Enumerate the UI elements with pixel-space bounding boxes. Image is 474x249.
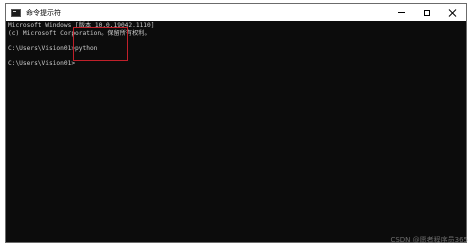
watermark: CSDN @愿者程序员365 [390,236,468,244]
console-line: C:\Users\Vision01>python [8,44,98,52]
cmd-icon [11,8,21,17]
close-button[interactable] [440,4,466,21]
window-title: 命令提示符 [26,8,61,17]
close-icon [449,9,457,17]
title-bar[interactable]: 命令提示符 [6,4,466,21]
vertical-scrollbar[interactable] [457,21,466,242]
console-line: (c) Microsoft Corporation。保留所有权利。 [8,29,151,37]
maximize-button[interactable] [414,4,440,21]
console-line: C:\Users\Vision01> [8,59,76,67]
console-line: Microsoft Windows [版本 10.0.19042.1110] [8,22,155,29]
console-output[interactable]: Microsoft Windows [版本 10.0.19042.1110] (… [6,21,466,242]
maximize-icon [424,9,430,16]
minimize-button[interactable] [388,4,414,21]
window-controls [388,4,466,21]
minimize-icon [397,12,405,13]
command-prompt-window: 命令提示符 Microsoft Windows [版本 10.0.19042.1… [5,3,467,243]
